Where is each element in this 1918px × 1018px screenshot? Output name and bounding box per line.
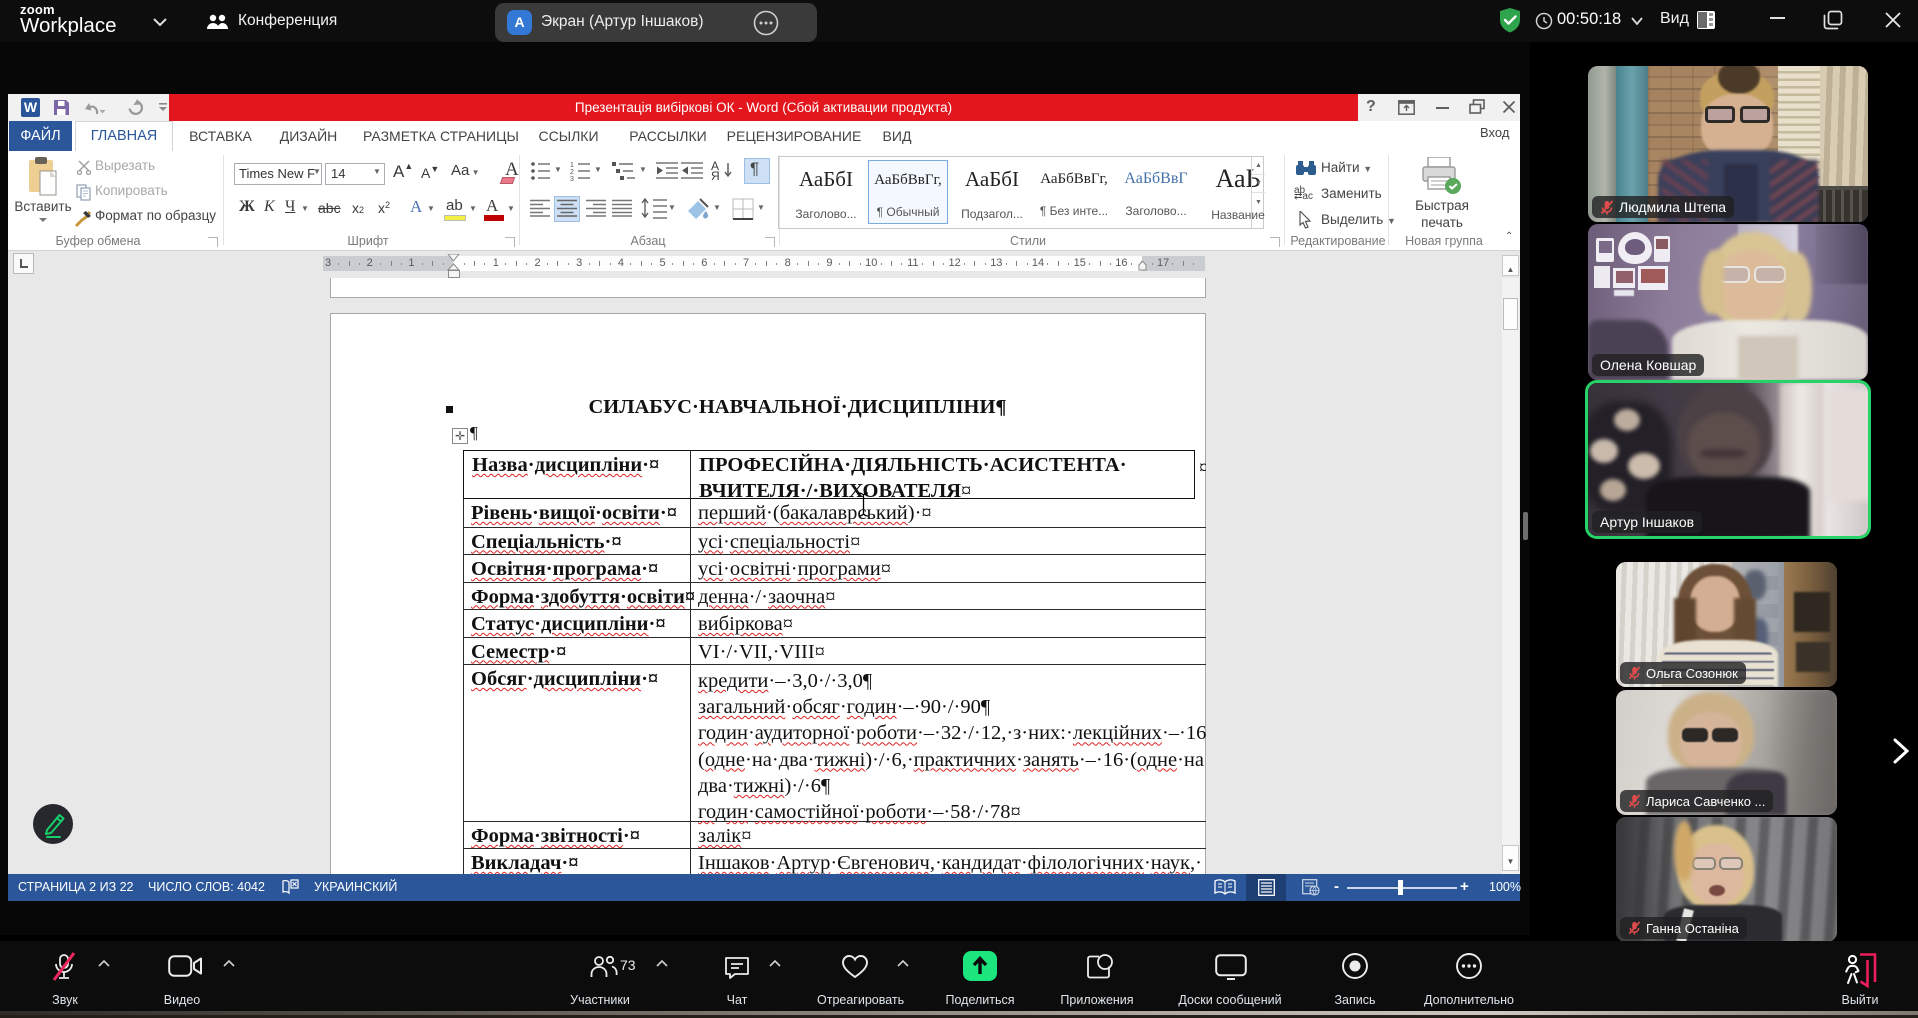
svg-text:3: 3 bbox=[570, 176, 574, 181]
svg-text:1: 1 bbox=[570, 162, 574, 169]
svg-text:2: 2 bbox=[570, 169, 574, 176]
